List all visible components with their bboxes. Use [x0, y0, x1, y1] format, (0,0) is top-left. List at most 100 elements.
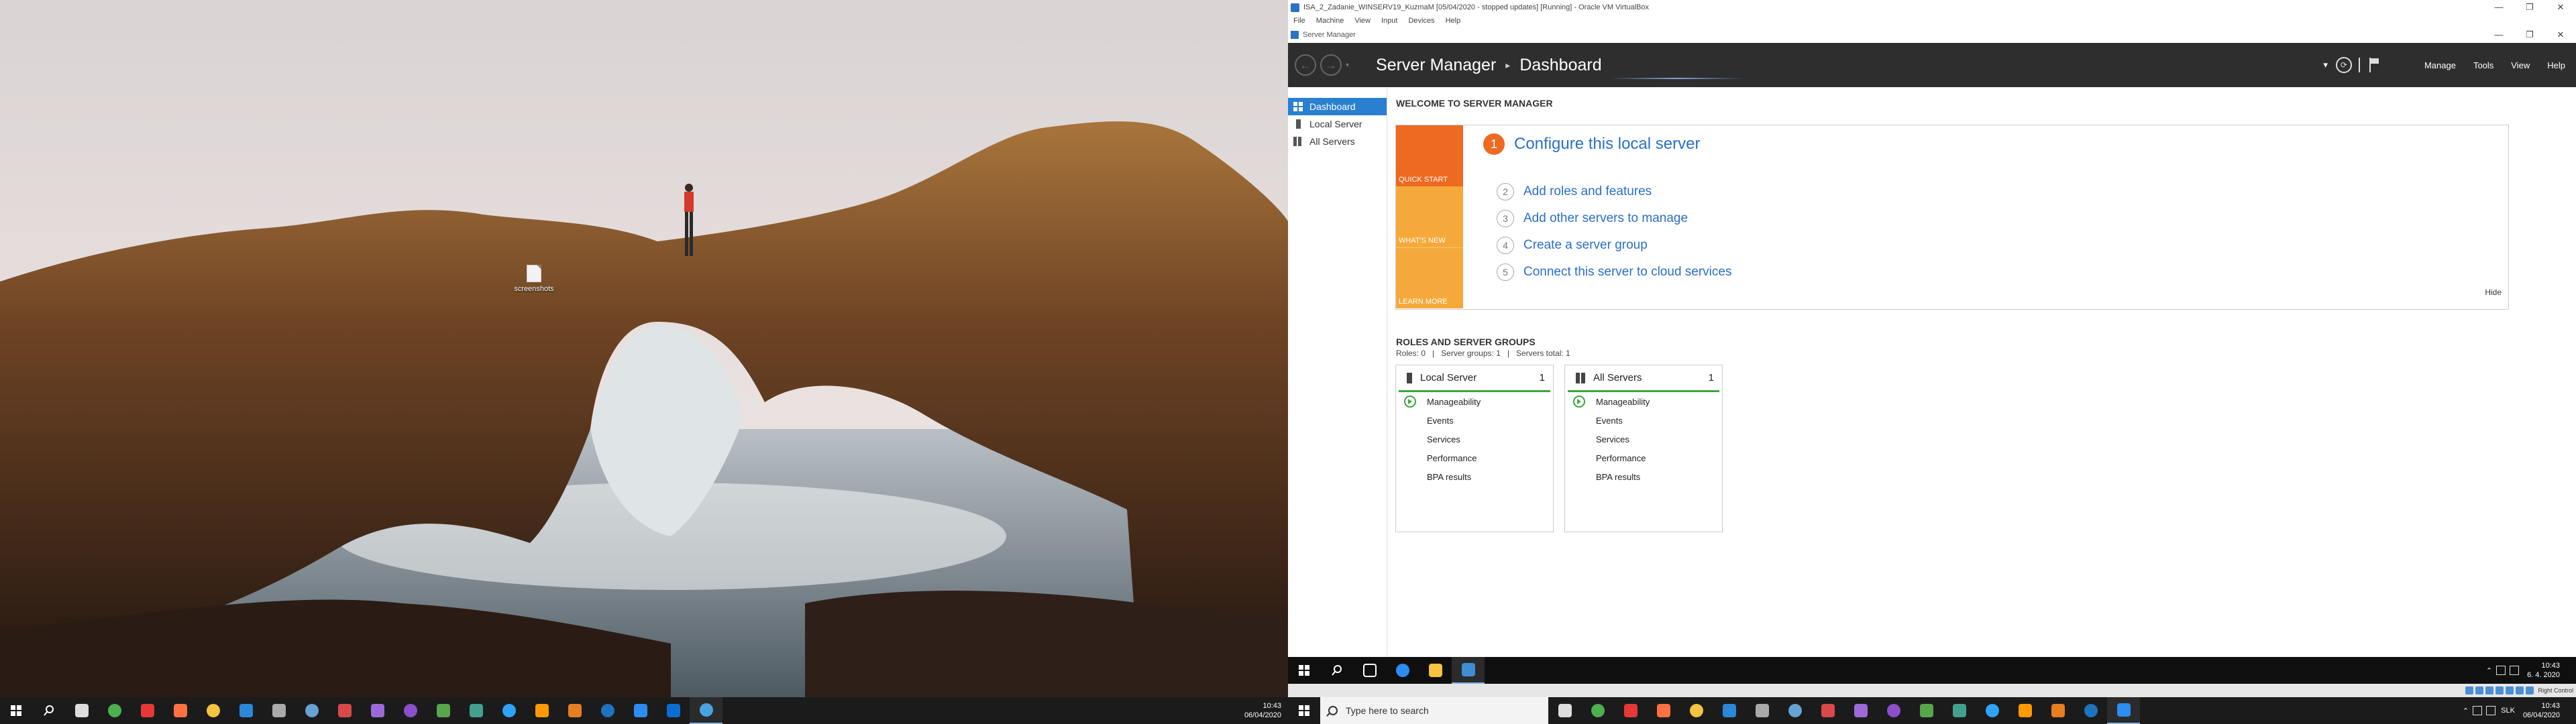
taskbar-button-opera[interactable] — [1614, 697, 1647, 724]
nav-item-all-servers[interactable]: All Servers — [1288, 133, 1387, 150]
system-clock-secondary[interactable]: 10:43 06/04/2020 — [2523, 701, 2560, 720]
taskbar-button-file-explorer[interactable] — [197, 697, 229, 724]
search-box[interactable]: Type here to search — [1320, 697, 1548, 724]
notifications-flag-icon[interactable] — [2369, 58, 2380, 72]
taskbar-button-app-green[interactable] — [427, 697, 460, 724]
chevron-up-icon[interactable]: ⌃ — [2463, 707, 2469, 715]
taskbar-button-chrome[interactable] — [98, 697, 131, 724]
taskbar-button-task-view[interactable] — [1548, 697, 1581, 724]
sm-close-button[interactable]: ✕ — [2545, 29, 2576, 40]
taskbar-button-illustrator[interactable] — [2008, 697, 2041, 724]
configure-local-server-link[interactable]: 1 Configure this local server — [1483, 133, 1700, 155]
menu-machine[interactable]: Machine — [1316, 17, 1344, 25]
quick-start-tab[interactable]: QUICK START — [1396, 125, 1463, 186]
tile-header[interactable]: All Servers 1 — [1568, 365, 1719, 392]
system-clock[interactable]: 10:43 06/04/2020 — [1244, 701, 1281, 720]
whats-new-tab[interactable]: WHAT'S NEW — [1396, 186, 1463, 247]
taskbar-button-obs[interactable] — [262, 697, 295, 724]
taskbar-button-virtualbox[interactable] — [591, 697, 624, 724]
taskbar-button-app-red[interactable] — [1811, 697, 1844, 724]
taskbar-button-app-active[interactable] — [690, 697, 722, 724]
tile-header[interactable]: Local Server 1 — [1399, 365, 1550, 392]
nav-item-dashboard[interactable]: Dashboard — [1288, 98, 1387, 115]
tile-row-manageability[interactable]: Manageability — [1565, 392, 1722, 411]
tile-row-performance[interactable]: Performance — [1565, 448, 1722, 467]
taskbar-button-firefox[interactable] — [164, 697, 197, 724]
menu-sm-view[interactable]: View — [2511, 60, 2530, 70]
taskbar-button-steam[interactable] — [1778, 697, 1811, 724]
taskbar-button-photoshop[interactable] — [1976, 697, 2008, 724]
tile-row-services[interactable]: Services — [1396, 430, 1553, 448]
volume-icon[interactable] — [2486, 706, 2496, 715]
menu-devices[interactable]: Devices — [1408, 17, 1434, 25]
history-dropdown-icon[interactable]: ▾ — [1346, 62, 1349, 69]
vm-search-button[interactable] — [1320, 657, 1353, 684]
maximize-button[interactable]: ❐ — [2514, 2, 2545, 13]
learn-more-tab[interactable]: LEARN MORE — [1396, 247, 1463, 308]
taskbar-button-app-violet[interactable] — [1877, 697, 1910, 724]
add-roles-link[interactable]: 2 Add roles and features — [1497, 183, 1652, 200]
taskbar-button-task-view[interactable] — [65, 697, 98, 724]
taskbar-button-opera[interactable] — [131, 697, 164, 724]
minimize-button[interactable]: — — [2483, 2, 2514, 13]
dropdown-chevron-icon[interactable]: ▾ — [2323, 60, 2328, 70]
taskbar-button-app-orange[interactable] — [2041, 697, 2074, 724]
taskbar-button-photoshop[interactable] — [492, 697, 525, 724]
volume-icon[interactable] — [2510, 666, 2520, 675]
nav-item-local-server[interactable]: Local Server — [1288, 115, 1387, 133]
taskbar-button-obs[interactable] — [1746, 697, 1778, 724]
tile-row-bpa[interactable]: BPA results — [1565, 467, 1722, 486]
connect-cloud-link[interactable]: 5 Connect this server to cloud services — [1497, 263, 1731, 281]
chevron-up-icon[interactable]: ⌃ — [2486, 666, 2492, 675]
vm-server-manager-button[interactable] — [1452, 657, 1485, 684]
sm-minimize-button[interactable]: — — [2483, 29, 2514, 40]
menu-input[interactable]: Input — [1381, 17, 1397, 25]
network-icon[interactable] — [2473, 706, 2483, 715]
taskbar-button-illustrator[interactable] — [525, 697, 558, 724]
taskbar-button-app-purple[interactable] — [1844, 697, 1877, 724]
tile-row-manageability[interactable]: Manageability — [1396, 392, 1553, 411]
taskbar-button-app-violet[interactable] — [394, 697, 427, 724]
network-icon[interactable] — [2496, 666, 2506, 675]
refresh-icon[interactable]: ⟳ — [2335, 57, 2352, 73]
vm-edge-button[interactable] — [1386, 657, 1419, 684]
taskbar-button-app-orange[interactable] — [558, 697, 591, 724]
taskbar-button-app-blue[interactable] — [624, 697, 657, 724]
menu-help[interactable]: Help — [1446, 17, 1461, 25]
menu-tools[interactable]: Tools — [2473, 60, 2493, 70]
forward-button[interactable]: → — [1320, 54, 1342, 76]
menu-view[interactable]: View — [1354, 17, 1371, 25]
taskbar-button-steam[interactable] — [295, 697, 328, 724]
tile-row-bpa[interactable]: BPA results — [1396, 467, 1553, 486]
tile-row-events[interactable]: Events — [1396, 411, 1553, 430]
tile-row-events[interactable]: Events — [1565, 411, 1722, 430]
vm-task-view-button[interactable] — [1353, 657, 1386, 684]
language-indicator[interactable]: SLK — [2501, 707, 2515, 715]
taskbar-button-mail[interactable] — [229, 697, 262, 724]
local-server-tile[interactable]: Local Server 1 Manageability Events Serv… — [1395, 365, 1554, 532]
taskbar-button-app-green[interactable] — [1910, 697, 1943, 724]
vm-clock[interactable]: 10:43 6. 4. 2020 — [2527, 661, 2560, 680]
taskbar-button-chrome[interactable] — [1581, 697, 1614, 724]
taskbar-button-mail[interactable] — [1713, 697, 1746, 724]
vm-explorer-button[interactable] — [1419, 657, 1452, 684]
taskbar-button-app-purple[interactable] — [361, 697, 394, 724]
create-server-group-link[interactable]: 4 Create a server group — [1497, 237, 1648, 254]
desktop-file-icon[interactable]: screenshots — [510, 265, 558, 293]
start-button-secondary[interactable] — [1288, 697, 1320, 724]
taskbar-button-file-explorer[interactable] — [1680, 697, 1713, 724]
vm-start-button[interactable] — [1288, 657, 1320, 684]
menu-sm-help[interactable]: Help — [2547, 60, 2565, 70]
tile-row-performance[interactable]: Performance — [1396, 448, 1553, 467]
taskbar-button-outlook[interactable] — [657, 697, 690, 724]
all-servers-tile[interactable]: All Servers 1 Manageability Events Servi… — [1564, 365, 1723, 532]
taskbar-button-firefox[interactable] — [1647, 697, 1680, 724]
add-servers-link[interactable]: 3 Add other servers to manage — [1497, 210, 1688, 227]
search-button[interactable] — [32, 697, 65, 724]
taskbar-button-app-blue[interactable] — [2107, 697, 2140, 724]
start-button[interactable] — [0, 697, 32, 724]
taskbar-button-app-teal[interactable] — [1943, 697, 1976, 724]
taskbar-button-virtualbox[interactable] — [2074, 697, 2107, 724]
tile-row-services[interactable]: Services — [1565, 430, 1722, 448]
taskbar-button-app-teal[interactable] — [460, 697, 492, 724]
